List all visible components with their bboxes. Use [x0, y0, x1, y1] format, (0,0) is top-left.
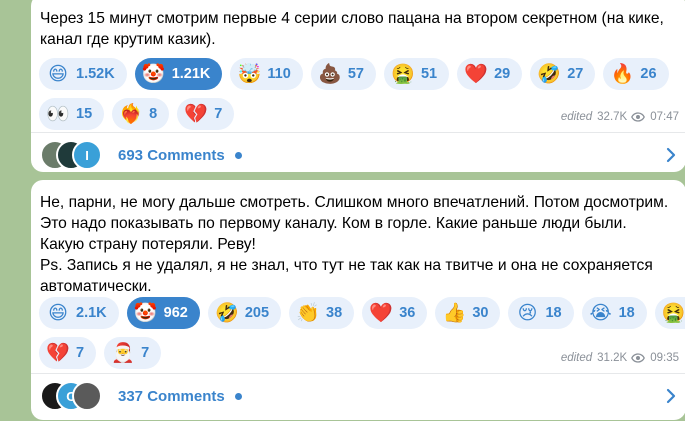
post-1-text: Через 15 минут смотрим первые 4 серии сл…	[40, 10, 664, 48]
reaction-count: 110	[267, 66, 291, 82]
reaction-count: 1.21K	[171, 66, 211, 82]
poop-icon: 💩	[317, 62, 342, 85]
comments-label: 693 Comments	[118, 146, 225, 164]
reaction-button[interactable]: 👀 15	[39, 98, 105, 130]
reaction-button[interactable]: ❤️ 29	[457, 58, 523, 90]
reaction-button[interactable]: 👏 38	[289, 297, 355, 329]
rofl-icon: 🤣	[215, 301, 239, 324]
reaction-count: 205	[244, 305, 270, 321]
reaction-button[interactable]: 😄 1.52K	[39, 58, 127, 90]
reaction-count: 2.1K	[76, 305, 107, 321]
reaction-button[interactable]: 🤮7	[654, 297, 685, 329]
clown-icon: 🤡	[133, 301, 158, 324]
unread-dot-icon	[234, 151, 242, 159]
reaction-button[interactable]: ❤️‍🔥 8	[112, 98, 170, 130]
grin-icon: 😄	[48, 62, 68, 85]
eyes-icon: 👀	[46, 102, 70, 125]
reaction-count: 27	[567, 66, 584, 82]
reaction-count: 962	[163, 305, 188, 321]
reaction-button[interactable]: 🤯 110	[230, 58, 303, 90]
reaction-button[interactable]: 😭 18	[581, 297, 647, 329]
reaction-count: 29	[494, 66, 511, 82]
reaction-count: 18	[545, 305, 562, 321]
view-count: 31.2K	[597, 352, 628, 364]
reaction-button[interactable]: 🤡 962	[126, 297, 200, 329]
post-1-reactions: 😄 1.52K 🤡 1.21K 🤯 110 💩 57 🤮 51 ❤️ 29 🤣 27 🔥 26 👀 15 ❤️‍🔥 8…	[39, 58, 678, 138]
broken-heart-icon: 💔	[46, 341, 70, 364]
reaction-count: 26	[640, 66, 657, 82]
heart-on-fire-icon: ❤️‍🔥	[119, 102, 143, 125]
reaction-button[interactable]: 🤮 51	[383, 58, 450, 90]
post-2-reactions: 😄2.1K🤡962🤣205👏38❤️36👍30😢18😭18🤮7💔7🎅7	[39, 297, 685, 377]
reaction-button[interactable]: 💔 7	[39, 337, 97, 369]
comments-label: 337 Comments	[118, 387, 225, 405]
reaction-count: 7	[141, 345, 150, 361]
reaction-count: 15	[76, 106, 93, 122]
vomit-icon: 🤮	[661, 301, 685, 324]
reaction-button[interactable]: 💔 7	[177, 98, 235, 130]
reaction-count: 7	[214, 106, 223, 122]
santa-icon: 🎅	[111, 341, 135, 364]
reaction-button[interactable]: 😢 18	[508, 297, 574, 329]
reaction-button[interactable]: 💩 57	[310, 58, 376, 90]
comments-button[interactable]: I 693 Comments	[31, 133, 685, 177]
post-time: 07:47	[650, 111, 679, 123]
eye-icon	[631, 353, 646, 363]
reaction-button[interactable]: 🎅 7	[104, 337, 162, 369]
reaction-count: 30	[472, 305, 489, 321]
view-count: 32.7K	[597, 111, 628, 123]
thumbs-up-icon: 👍	[442, 301, 467, 324]
edited-label: edited	[560, 111, 593, 123]
commenter-avatars: I	[40, 140, 102, 170]
clap-icon: 👏	[296, 301, 320, 324]
heart-icon: ❤️	[369, 301, 394, 324]
reaction-row: 😄 1.52K 🤡 1.21K 🤯 110 💩 57 🤮 51 ❤️ 29 🤣 27 🔥 26	[39, 58, 678, 90]
reaction-row: 😄 2.1K 🤡 962 🤣 205 👏 38 ❤️ 36 👍 30 😢 18 😭 18 🤮7	[39, 297, 685, 329]
reaction-count: 8	[149, 106, 158, 122]
reaction-button[interactable]: ❤️ 36	[362, 297, 428, 329]
broken-heart-icon: 💔	[184, 102, 209, 125]
post-2-text-line: Ps. Запись я не удалял, я не знал, что т…	[40, 257, 653, 295]
reaction-button[interactable]: 🔥 26	[603, 58, 669, 90]
reaction-count: 36	[399, 305, 416, 321]
chevron-right-icon[interactable]	[666, 147, 676, 163]
channel-post-1: Через 15 минут смотрим первые 4 серии сл…	[31, 0, 685, 172]
reaction-button[interactable]: 🤣 27	[530, 58, 596, 90]
reaction-count: 51	[420, 66, 438, 82]
reaction-count: 7	[76, 345, 85, 361]
reaction-count: 18	[618, 305, 635, 321]
post-1-meta: edited 32.7K 07:47	[561, 111, 679, 123]
commenter-avatars: C	[40, 381, 102, 411]
heart-icon: ❤️	[464, 62, 488, 85]
channel-post-2: Не, парни, не могу дальше смотреть. Слиш…	[31, 180, 685, 420]
avatar	[72, 381, 102, 411]
avatar: I	[72, 140, 102, 170]
exploding-head-icon: 🤯	[237, 62, 262, 85]
reaction-button[interactable]: 🤡 1.21K	[134, 58, 223, 90]
comments-button[interactable]: C 337 Comments	[31, 374, 685, 418]
reaction-count: 38	[326, 305, 343, 321]
eye-icon	[631, 112, 646, 122]
reaction-button[interactable]: 👍 30	[435, 297, 501, 329]
reaction-count: 57	[347, 66, 364, 82]
reaction-button[interactable]: 🤣 205	[207, 297, 282, 329]
sob-icon: 😭	[589, 301, 612, 324]
edited-label: edited	[560, 352, 593, 364]
fire-icon: 🔥	[610, 62, 635, 85]
cry-icon: 😢	[517, 301, 538, 324]
reaction-count: 1.52K	[76, 66, 115, 82]
post-2-text: Не, парни, не могу дальше смотреть. Слиш…	[40, 192, 672, 297]
clown-icon: 🤡	[141, 62, 166, 85]
unread-dot-icon	[234, 392, 242, 400]
reaction-button[interactable]: 😄 2.1K	[39, 297, 119, 329]
chevron-right-icon[interactable]	[666, 388, 676, 404]
post-2-text-line: Не, парни, не могу дальше смотреть. Слиш…	[40, 194, 669, 253]
post-2-meta: edited 31.2K 09:35	[561, 352, 679, 364]
grin-icon: 😄	[48, 301, 68, 324]
vomit-icon: 🤮	[391, 62, 415, 85]
rofl-icon: 🤣	[537, 62, 562, 85]
post-time: 09:35	[650, 352, 679, 364]
